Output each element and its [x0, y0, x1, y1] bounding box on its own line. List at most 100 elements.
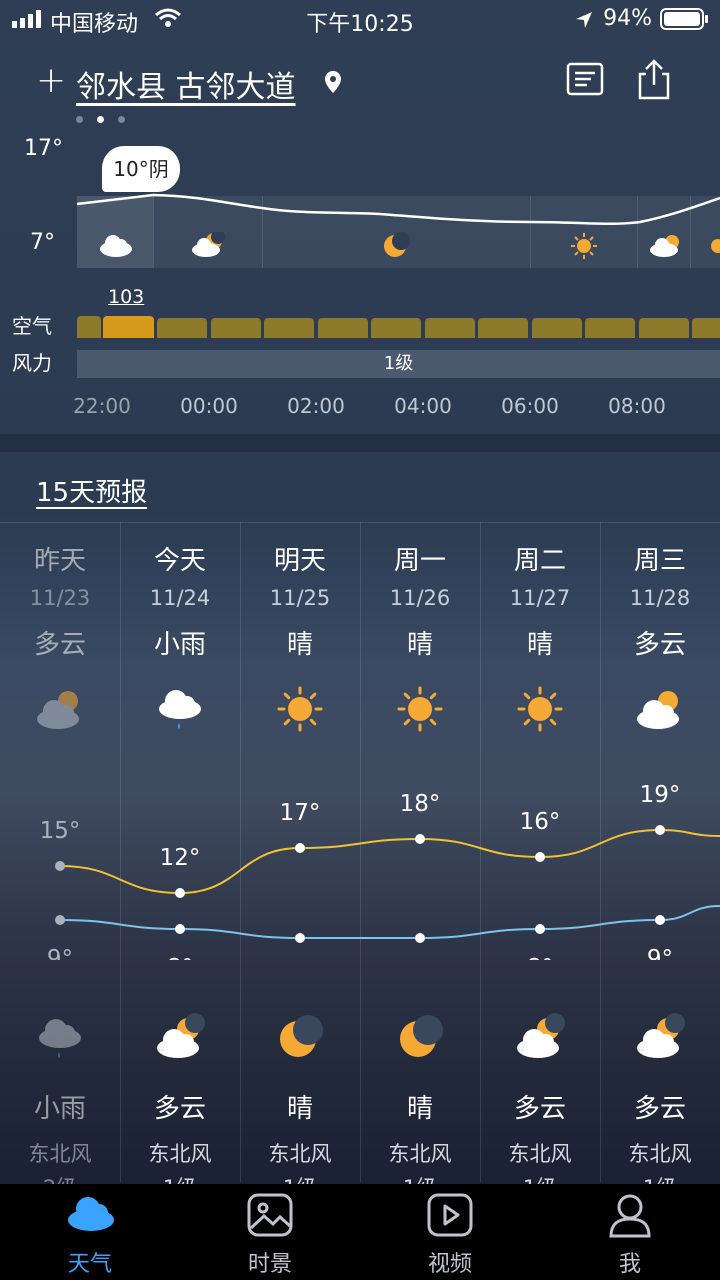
aqi-hour-bar — [531, 318, 582, 338]
aqi-hour-bar — [692, 318, 720, 338]
day-condition: 小雨 — [153, 630, 206, 660]
day-date: 11/27 — [509, 586, 571, 610]
day-condition: 多云 — [33, 630, 86, 660]
rain-cloud-icon — [159, 690, 201, 729]
wind-bar: 1级 — [77, 350, 720, 378]
tab-scenery[interactable]: 时景 — [180, 1184, 360, 1280]
day-condition: 晴 — [526, 630, 553, 660]
person-icon — [609, 1194, 651, 1238]
tab-label: 天气 — [67, 1252, 112, 1277]
forecast-title[interactable]: 15天预报 — [36, 472, 147, 509]
hour-time: 02:00 — [287, 394, 345, 418]
aqi-current-bar — [103, 316, 154, 338]
air-value[interactable]: 103 — [108, 286, 144, 308]
high-temp-point — [175, 888, 185, 898]
day-name: 昨天 — [33, 546, 86, 576]
sun-icon — [397, 686, 443, 732]
tab-video[interactable]: 视频 — [360, 1184, 540, 1280]
low-temp-label: 9° — [647, 946, 673, 960]
forecast-temp-chart: 15°9°12°8°17°7°18°7°16°8°19°9° — [40, 782, 720, 960]
day-icon — [360, 683, 480, 739]
air-label: 空气 — [12, 314, 52, 338]
tab-label: 时景 — [247, 1252, 292, 1277]
low-temp-point — [55, 915, 65, 925]
day-name: 明天 — [273, 546, 326, 576]
aqi-hour-bar — [478, 318, 528, 338]
wind-direction: 东北风 — [628, 1142, 692, 1166]
tab-me[interactable]: 我 — [540, 1184, 720, 1280]
night-condition: 多云 — [513, 1094, 566, 1124]
high-temp-label: 18° — [400, 791, 441, 817]
high-temp-point — [55, 861, 65, 871]
low-temp-label: 8° — [527, 955, 553, 960]
sun-icon — [571, 233, 597, 259]
high-temp-point — [655, 825, 665, 835]
low-temp-line — [59, 905, 720, 939]
low-temp-point — [295, 933, 305, 943]
day-name: 周三 — [633, 546, 686, 576]
high-temp-point — [415, 834, 425, 844]
night-icon — [600, 1012, 720, 1068]
night-icon — [480, 1012, 600, 1068]
low-temp-point — [415, 933, 425, 943]
cloudy-moon-icon — [157, 1013, 205, 1058]
day-icon — [600, 683, 720, 739]
day-date: 11/25 — [269, 586, 331, 610]
wind-label: 风力 — [12, 351, 52, 375]
sun-icon — [517, 686, 563, 732]
day-condition: 晴 — [286, 630, 313, 660]
cloudy-sun-icon — [637, 691, 679, 729]
night-icon — [120, 1012, 240, 1068]
wind-direction: 东北风 — [28, 1142, 92, 1166]
high-temp-label: 19° — [640, 782, 681, 808]
moon-icon — [400, 1015, 443, 1057]
aqi-hour-bar — [638, 318, 689, 338]
aqi-hour-bar — [424, 318, 475, 338]
hour-time: 08:00 — [608, 394, 666, 418]
night-condition: 多云 — [633, 1094, 686, 1124]
high-temp-label: 15° — [40, 818, 81, 844]
tab-label: 视频 — [427, 1252, 472, 1277]
day-condition: 晴 — [406, 630, 433, 660]
moon-icon — [280, 1015, 323, 1057]
aqi-hour-bar — [585, 318, 635, 338]
night-condition: 多云 — [153, 1094, 206, 1124]
cloud-icon — [100, 235, 132, 257]
day-date: 11/23 — [29, 586, 91, 610]
wind-direction: 东北风 — [508, 1142, 572, 1166]
cloud-icon — [68, 1197, 114, 1231]
cloudy-moon-icon — [517, 1013, 565, 1058]
hour-time: 00:00 — [180, 394, 238, 418]
tab-weather[interactable]: 天气 — [0, 1184, 180, 1280]
high-temp-label: 16° — [520, 809, 561, 835]
day-icon — [480, 683, 600, 739]
wind-direction: 东北风 — [148, 1142, 212, 1166]
low-temp-point — [175, 924, 185, 934]
sun-icon — [277, 686, 323, 732]
aqi-hour-bar — [264, 318, 314, 338]
hour-time: 22:00 — [73, 394, 131, 418]
day-date: 11/24 — [149, 586, 211, 610]
moon-icon — [384, 232, 410, 257]
day-name: 今天 — [153, 546, 206, 576]
day-date: 11/28 — [629, 586, 691, 610]
hour-time: 04:00 — [394, 394, 452, 418]
low-temp-point — [655, 915, 665, 925]
day-icon — [240, 683, 360, 739]
video-icon — [427, 1193, 473, 1237]
wind-direction: 东北风 — [268, 1142, 332, 1166]
cloudy-moon-icon — [192, 232, 225, 257]
sun-icon-partial — [711, 239, 720, 253]
low-temp-label: 8° — [167, 955, 193, 960]
low-temp-label: 9° — [47, 946, 73, 960]
aqi-hour-bar — [157, 318, 207, 338]
high-temp-label: 17° — [280, 800, 321, 826]
day-icon — [120, 683, 240, 739]
cloudy-sun-icon — [650, 235, 679, 257]
tab-label: 我 — [618, 1252, 641, 1277]
high-temp-point — [295, 843, 305, 853]
aqi-hour-bar — [210, 318, 261, 338]
image-icon — [247, 1193, 293, 1237]
day-icon — [0, 683, 120, 739]
night-condition: 晴 — [286, 1094, 313, 1124]
